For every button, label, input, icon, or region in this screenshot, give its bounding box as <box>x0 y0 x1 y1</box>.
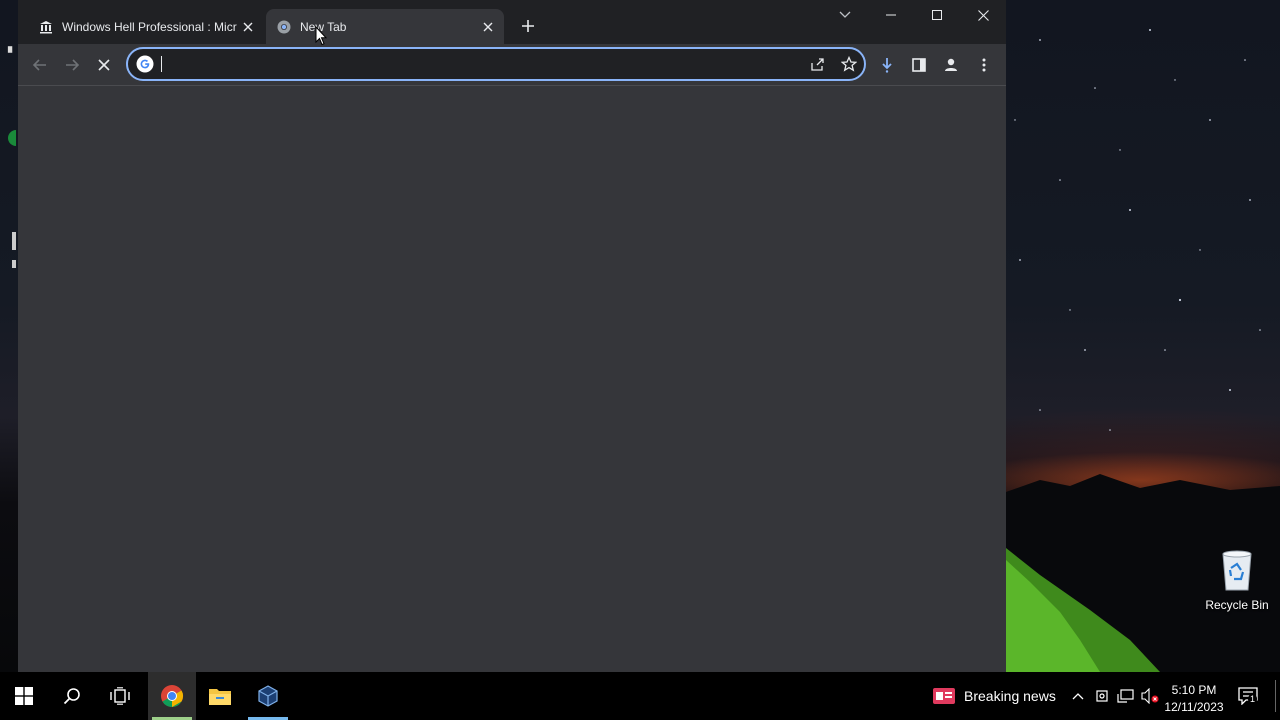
title-bar[interactable]: Windows Hell Professional : Micr New Tab <box>18 0 1006 44</box>
volume-muted-icon <box>1141 688 1159 704</box>
show-hidden-icons-button[interactable] <box>1068 686 1088 706</box>
share-button[interactable] <box>804 51 830 77</box>
page-content <box>18 86 1006 672</box>
maximize-button[interactable] <box>914 0 960 30</box>
download-icon <box>882 58 892 73</box>
desktop-icon-partial[interactable]: ▖ <box>8 40 16 53</box>
mouse-cursor-icon <box>315 26 327 46</box>
maximize-icon <box>932 10 942 20</box>
tab-search-button[interactable] <box>822 0 868 30</box>
close-tab-icon[interactable] <box>238 17 258 37</box>
recycle-bin-shortcut[interactable]: Recycle Bin <box>1200 548 1274 612</box>
tray-app[interactable] <box>1092 686 1112 706</box>
close-icon <box>98 59 110 71</box>
file-explorer-icon <box>209 689 231 705</box>
browser-toolbar <box>18 44 1006 86</box>
tab-windows-hell-professional[interactable]: Windows Hell Professional : Micr <box>28 9 264 44</box>
profile-icon <box>945 58 957 71</box>
chrome-icon <box>161 685 183 707</box>
arrow-left-icon <box>32 59 46 71</box>
minimize-button[interactable] <box>868 0 914 30</box>
share-icon <box>811 58 824 71</box>
news-label: Breaking news <box>964 688 1056 704</box>
side-panel-button[interactable] <box>903 49 935 81</box>
show-desktop-button[interactable] <box>1275 680 1276 712</box>
address-bar[interactable] <box>126 47 866 81</box>
taskbar-chrome[interactable] <box>148 672 196 720</box>
network-button[interactable] <box>1116 686 1136 706</box>
taskbar-file-explorer[interactable] <box>196 672 244 720</box>
recycle-bin-label: Recycle Bin <box>1205 598 1269 612</box>
arrow-right-icon <box>66 59 80 71</box>
news-widget[interactable]: Breaking news <box>932 672 1056 720</box>
action-center-button[interactable]: 1 <box>1234 684 1262 708</box>
side-panel-icon <box>912 58 926 72</box>
news-icon <box>933 688 955 704</box>
new-tab-button[interactable] <box>516 14 540 38</box>
start-button[interactable] <box>0 672 48 720</box>
tab-new-tab[interactable]: New Tab <box>266 9 504 44</box>
recycle-bin-icon <box>1222 550 1252 591</box>
windows-start-icon <box>15 687 33 705</box>
taskbar: Breaking news 5:10 PM 12/11/2023 1 <box>0 672 1280 720</box>
chevron-down-icon <box>839 11 851 18</box>
task-view-button[interactable] <box>96 672 144 720</box>
address-input[interactable] <box>160 53 760 75</box>
app-icon <box>8 130 24 146</box>
minimize-icon <box>886 14 896 16</box>
clock-date: 12/11/2023 <box>1164 700 1224 714</box>
google-icon <box>136 55 154 73</box>
profile-button[interactable] <box>935 49 967 81</box>
kebab-menu-icon <box>982 58 986 72</box>
virtualbox-icon <box>258 685 278 707</box>
menu-button[interactable] <box>968 49 1000 81</box>
search-icon <box>63 688 80 705</box>
chevron-up-icon <box>1072 693 1084 700</box>
app-icon <box>12 232 18 268</box>
task-view-icon <box>110 687 130 705</box>
device-icon <box>1096 690 1108 702</box>
chrome-window: Windows Hell Professional : Micr New Tab <box>18 0 1006 672</box>
bookmark-button[interactable] <box>836 51 862 77</box>
star-icon <box>841 56 857 72</box>
close-window-button[interactable] <box>960 0 1006 30</box>
back-button[interactable] <box>24 49 56 81</box>
text-caret <box>161 56 162 72</box>
stop-loading-button[interactable] <box>88 49 120 81</box>
volume-button[interactable] <box>1140 686 1160 706</box>
notification-count: 1 <box>1248 694 1258 704</box>
desktop-icon-partial[interactable] <box>8 230 18 273</box>
forward-button[interactable] <box>56 49 88 81</box>
plus-icon <box>522 20 534 32</box>
desktop-icon-partial[interactable] <box>8 128 24 161</box>
network-icon <box>1117 689 1134 703</box>
museum-icon <box>38 19 54 35</box>
system-clock[interactable]: 5:10 PM 12/11/2023 <box>1162 682 1226 716</box>
downloads-button[interactable] <box>871 49 903 81</box>
chrome-icon <box>276 19 292 35</box>
close-tab-icon[interactable] <box>478 17 498 37</box>
search-button[interactable] <box>48 672 96 720</box>
clock-time: 5:10 PM <box>1171 683 1217 697</box>
taskbar-virtualbox[interactable] <box>244 672 292 720</box>
tab-title: Windows Hell Professional : Micr <box>62 19 237 34</box>
close-icon <box>977 9 989 21</box>
